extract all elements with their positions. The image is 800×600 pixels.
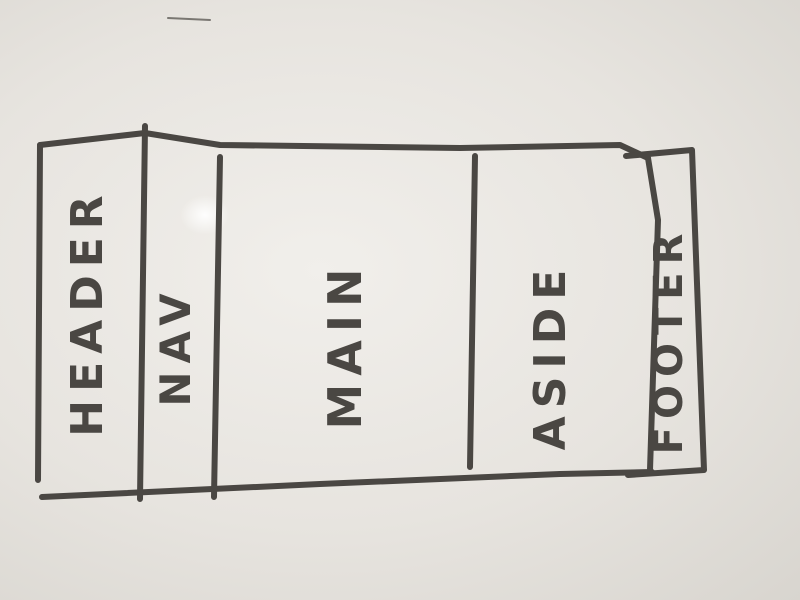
outline-left [35,142,43,483]
nav-label: NAV [151,285,200,407]
main-aside-divider [467,153,478,470]
footer-label: FOOTER [646,225,692,455]
main-label: MAIN [318,260,372,430]
whiteboard: HEADER NAV MAIN ASIDE FOOTER [0,0,800,600]
outline-bottom [39,471,563,500]
outline-top [37,130,651,161]
header-nav-divider [137,123,148,502]
header-label: HEADER [62,187,113,437]
marker-smudge [167,17,211,21]
aside-label: ASIDE [525,261,576,451]
nav-main-divider [211,154,223,500]
